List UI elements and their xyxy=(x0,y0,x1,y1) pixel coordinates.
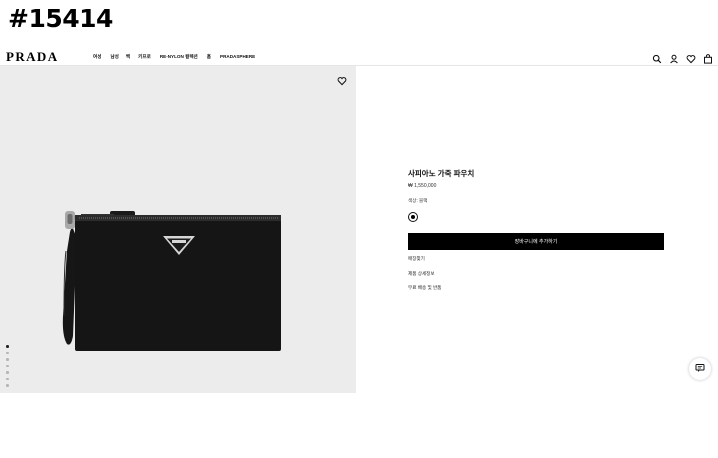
nav-item-men[interactable]: 남성 xyxy=(110,54,118,60)
chat-icon xyxy=(695,360,705,378)
gallery-pagination xyxy=(6,345,9,387)
product-image-gallery[interactable] xyxy=(0,66,356,393)
gallery-dot[interactable] xyxy=(6,377,9,380)
search-icon[interactable] xyxy=(652,51,662,64)
watermark-stamp: #15414 xyxy=(8,4,113,33)
header-icons xyxy=(652,51,713,64)
site-header: PRADA 여성 남성 백 키프로 RE-NYLON 컬렉션 홈 PRADASP… xyxy=(0,48,718,66)
gallery-dot[interactable] xyxy=(6,351,9,354)
brand-logo[interactable]: PRADA xyxy=(6,49,59,65)
product-title: 사피아노 가죽 파우치 xyxy=(408,169,475,178)
main-nav: 여성 남성 백 키프로 RE-NYLON 컬렉션 홈 PRADASPHERE xyxy=(93,54,265,60)
product-details-link[interactable]: 제품 상세정보 xyxy=(408,271,435,277)
gallery-dot[interactable] xyxy=(6,371,9,374)
gallery-dot[interactable] xyxy=(6,384,9,387)
product-info-panel: 사피아노 가죽 파우치 ₩ 1,550,000 색상: 블랙 장바구니에 추가하… xyxy=(408,168,664,290)
gallery-dot[interactable] xyxy=(6,358,9,361)
store-locator-link[interactable]: 매장찾기 xyxy=(408,256,425,262)
gallery-dot[interactable] xyxy=(6,345,9,348)
product-image xyxy=(62,211,281,351)
nav-item-home[interactable]: 홈 xyxy=(207,54,211,60)
nav-item-women[interactable]: 여성 xyxy=(93,54,101,60)
heart-icon[interactable] xyxy=(686,51,696,64)
add-to-cart-button[interactable]: 장바구니에 추가하기 xyxy=(408,233,664,250)
nav-item-pradasphere[interactable]: PRADASPHERE xyxy=(220,54,255,60)
nav-item-re-nylon[interactable]: RE-NYLON 컬렉션 xyxy=(160,54,198,60)
color-swatch-black[interactable] xyxy=(408,212,418,222)
heart-outline-icon[interactable] xyxy=(337,73,347,86)
gallery-dot[interactable] xyxy=(6,364,9,367)
shipping-returns-link[interactable]: 무료 배송 및 반품 xyxy=(408,285,441,291)
nav-item-kids[interactable]: 키프로 xyxy=(138,54,151,60)
nav-item-bags[interactable]: 백 xyxy=(126,54,130,60)
color-label: 색상: 블랙 xyxy=(408,198,428,203)
product-price: ₩ 1,550,000 xyxy=(408,183,437,189)
bag-icon[interactable] xyxy=(703,51,713,64)
chat-button[interactable] xyxy=(689,358,711,380)
user-icon[interactable] xyxy=(669,51,679,64)
